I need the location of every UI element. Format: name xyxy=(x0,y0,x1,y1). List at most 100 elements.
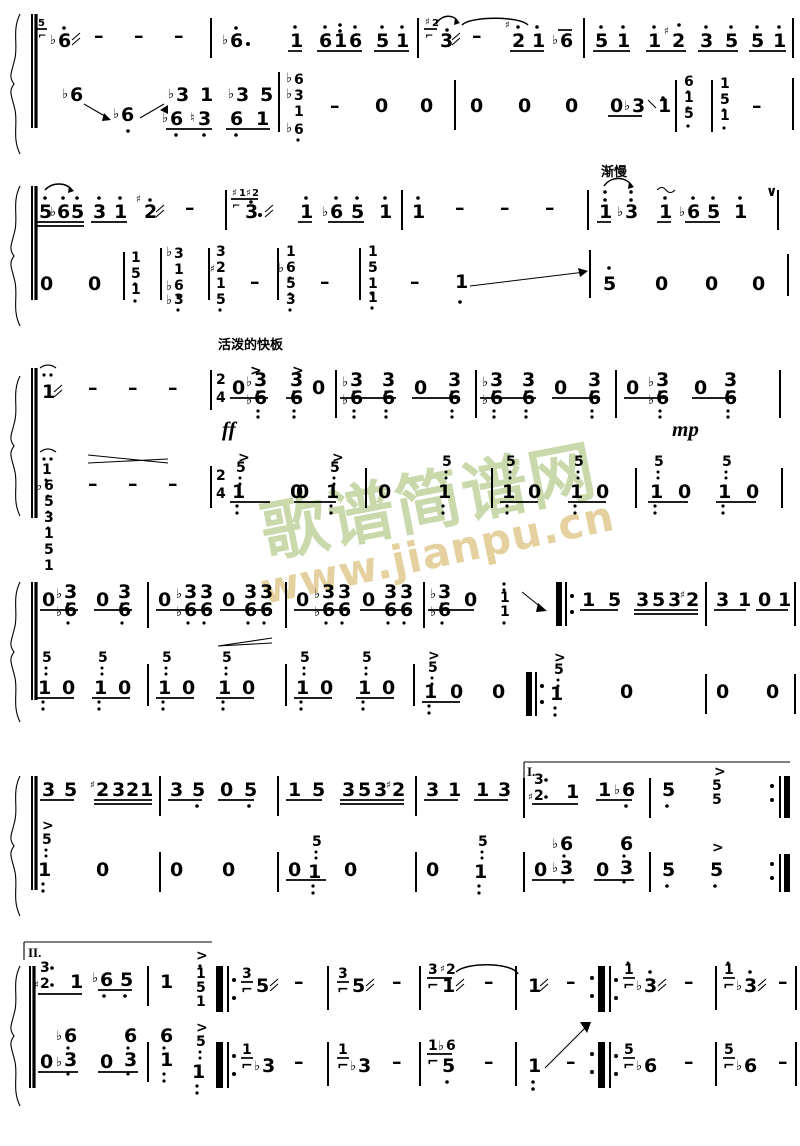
svg-text:♭: ♭ xyxy=(438,1039,444,1054)
svg-text:6: 6 xyxy=(160,1025,173,1047)
svg-text:6: 6 xyxy=(170,108,183,130)
svg-text:5: 5 xyxy=(300,650,310,666)
svg-text:⌐: ⌐ xyxy=(723,978,735,994)
svg-text:3: 3 xyxy=(620,857,633,879)
svg-text:♭: ♭ xyxy=(56,1029,62,1044)
svg-text:1: 1 xyxy=(718,481,731,503)
svg-text:1: 1 xyxy=(242,1042,252,1058)
svg-text:1: 1 xyxy=(288,779,301,801)
svg-text:3: 3 xyxy=(40,960,50,976)
svg-text:3: 3 xyxy=(636,589,649,611)
svg-text:3: 3 xyxy=(242,966,252,982)
svg-text:♭: ♭ xyxy=(430,587,436,602)
svg-text:3: 3 xyxy=(124,1049,137,1071)
svg-text:–: – xyxy=(128,377,138,399)
svg-text:1: 1 xyxy=(160,1049,173,1071)
svg-text:5: 5 xyxy=(71,201,84,223)
svg-text:1: 1 xyxy=(256,108,269,130)
svg-text:3: 3 xyxy=(44,510,54,526)
svg-text:0: 0 xyxy=(528,481,541,503)
svg-text:0: 0 xyxy=(518,95,531,117)
svg-text:5: 5 xyxy=(162,650,172,666)
svg-text:5: 5 xyxy=(42,650,52,666)
svg-text:5: 5 xyxy=(98,650,108,666)
svg-text:6: 6 xyxy=(58,30,71,52)
svg-text:1: 1 xyxy=(412,201,425,223)
svg-text:5: 5 xyxy=(222,650,232,666)
svg-text:3: 3 xyxy=(342,779,355,801)
svg-text:0: 0 xyxy=(596,481,609,503)
svg-text:5: 5 xyxy=(120,969,133,991)
svg-text:0: 0 xyxy=(420,95,433,117)
svg-text:3: 3 xyxy=(644,975,657,997)
tempo-allegro-label: 活泼的快板 xyxy=(218,337,284,353)
svg-text:♭: ♭ xyxy=(166,245,172,260)
svg-text:♭: ♭ xyxy=(176,587,182,602)
svg-text:0: 0 xyxy=(344,859,357,881)
svg-text:♭: ♭ xyxy=(246,393,252,408)
svg-text:♯: ♯ xyxy=(34,980,39,991)
dynamic-ff: ff xyxy=(222,417,238,441)
svg-text:1: 1 xyxy=(38,859,51,881)
svg-text:1: 1 xyxy=(502,481,515,503)
svg-text:–: – xyxy=(684,1051,694,1073)
svg-text:0: 0 xyxy=(470,95,483,117)
svg-text:3: 3 xyxy=(338,966,348,982)
svg-text:0: 0 xyxy=(655,273,668,295)
svg-text:♭: ♭ xyxy=(166,293,172,308)
svg-text:2: 2 xyxy=(686,589,699,611)
svg-text:⌐: ⌐ xyxy=(38,31,46,42)
svg-text:3: 3 xyxy=(498,779,511,801)
svg-text:3: 3 xyxy=(426,779,439,801)
svg-text:1: 1 xyxy=(474,861,487,883)
svg-text:1: 1 xyxy=(379,201,392,223)
svg-text:0: 0 xyxy=(242,677,255,699)
svg-text:6: 6 xyxy=(254,387,267,409)
svg-text:♭: ♭ xyxy=(430,605,436,620)
svg-text:6: 6 xyxy=(560,833,573,855)
svg-text:–: – xyxy=(88,473,98,495)
svg-text:1: 1 xyxy=(294,104,304,120)
svg-text:5: 5 xyxy=(312,834,322,850)
svg-text:5: 5 xyxy=(652,589,665,611)
svg-text:⌐: ⌐ xyxy=(425,31,433,42)
svg-text:6: 6 xyxy=(330,201,343,223)
svg-text:0: 0 xyxy=(378,481,391,503)
svg-text:♭: ♭ xyxy=(50,33,56,48)
svg-text:♭: ♭ xyxy=(113,107,119,122)
svg-text:0: 0 xyxy=(362,589,375,611)
svg-text:3: 3 xyxy=(428,962,438,978)
svg-text:3: 3 xyxy=(93,201,106,223)
svg-text:1: 1 xyxy=(368,244,378,260)
svg-text:0: 0 xyxy=(222,589,235,611)
svg-text:6: 6 xyxy=(70,84,83,106)
svg-text:♭: ♭ xyxy=(322,205,328,220)
svg-text:1: 1 xyxy=(773,30,786,52)
svg-text:2: 2 xyxy=(216,260,226,276)
svg-text:5: 5 xyxy=(44,542,54,558)
svg-text:4: 4 xyxy=(216,390,226,406)
svg-text:1: 1 xyxy=(38,677,51,699)
system-2: 5 ♭ 6 5 31 ♯ 2 – ♯ 1 ♯ 2 ⌐ 3 1 ♭ 6 5 1 1 – … xyxy=(10,164,789,327)
svg-text:⌐: ⌐ xyxy=(623,978,635,994)
svg-text:–: – xyxy=(484,971,494,993)
svg-text:♭: ♭ xyxy=(636,1059,642,1074)
svg-text:0: 0 xyxy=(40,1051,53,1073)
svg-text:5: 5 xyxy=(358,779,371,801)
svg-text:1: 1 xyxy=(720,76,730,92)
svg-text:5: 5 xyxy=(131,266,141,282)
ritardando-label: 渐慢 xyxy=(601,164,628,180)
svg-text:1: 1 xyxy=(160,971,173,993)
svg-text:–: – xyxy=(484,1051,494,1073)
svg-text:♭: ♭ xyxy=(162,111,168,126)
svg-text:1: 1 xyxy=(232,481,245,503)
svg-text:3: 3 xyxy=(198,108,211,130)
svg-text:⌐: ⌐ xyxy=(241,982,253,998)
svg-text:1: 1 xyxy=(582,589,595,611)
svg-text:1: 1 xyxy=(218,677,231,699)
svg-text:3: 3 xyxy=(42,779,55,801)
svg-text:6: 6 xyxy=(286,260,296,276)
svg-text:6: 6 xyxy=(121,104,134,126)
svg-text:♭: ♭ xyxy=(482,375,488,390)
svg-text:–: – xyxy=(684,971,694,993)
